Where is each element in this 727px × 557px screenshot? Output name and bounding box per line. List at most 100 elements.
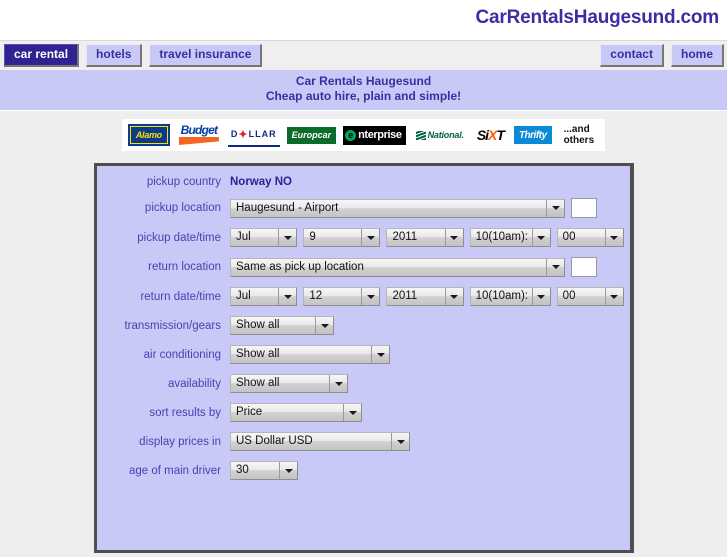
budget-logo-icon: Budget (176, 124, 221, 146)
select-pickup-hour[interactable]: 10(10am): (469, 228, 551, 247)
europcar-logo-icon: Europcar (286, 126, 337, 144)
nav-item-car-rental[interactable]: car rental (4, 44, 80, 67)
and-others-line1: ...and (563, 124, 590, 135)
enterprise-logo-text: nterprise (358, 129, 402, 141)
enterprise-logo-mark: e (345, 129, 357, 141)
thrifty-logo-icon: Thrifty (513, 126, 552, 144)
chevron-down-icon[interactable] (531, 229, 550, 246)
nav-item-hotels[interactable]: hotels (86, 44, 143, 67)
row-pickup-datetime: pickup date/time Jul 9 2011 10(10am): 00 (97, 228, 630, 247)
pickup-location-extra-field[interactable] (571, 198, 597, 218)
chevron-down-icon[interactable] (343, 404, 361, 421)
label-pickup-location: pickup location (144, 202, 221, 214)
chevron-down-icon[interactable] (361, 229, 380, 246)
chevron-down-icon[interactable] (531, 288, 550, 305)
select-currency[interactable]: US Dollar USD (230, 432, 410, 451)
sixt-logo-right: T (496, 127, 505, 143)
nav-item-home[interactable]: home (670, 44, 724, 67)
national-logo-lines (415, 130, 426, 140)
chevron-down-icon[interactable] (444, 229, 463, 246)
row-return-location: return location Same as pick up location (97, 257, 630, 277)
select-return-hour[interactable]: 10(10am): (469, 287, 551, 306)
select-pickup-day[interactable]: 9 (303, 228, 381, 247)
chevron-down-icon[interactable] (278, 288, 297, 305)
chevron-down-icon[interactable] (546, 258, 564, 276)
tagline-band: Car Rentals Haugesund Cheap auto hire, p… (0, 70, 727, 111)
and-others-label: ...and others (558, 123, 600, 147)
chevron-down-icon[interactable] (315, 317, 333, 334)
chevron-down-icon[interactable] (391, 433, 409, 450)
car-rental-search-form: pickup country Norway NO pickup location… (94, 163, 634, 553)
select-transmission[interactable]: Show all (230, 316, 334, 335)
budget-logo-bar (178, 137, 219, 145)
select-return-location[interactable]: Same as pick up location (230, 257, 565, 277)
row-transmission: transmission/gears Show all (97, 316, 630, 335)
tagline-heading: Car Rentals Haugesund (295, 74, 432, 88)
chevron-down-icon[interactable] (604, 288, 623, 305)
select-pickup-location[interactable]: Haugesund - Airport (230, 198, 565, 218)
dollar-logo-text-right: LLAR (248, 129, 277, 139)
select-driver-age[interactable]: 30 (230, 461, 298, 480)
select-pickup-month[interactable]: Jul (230, 228, 298, 247)
partner-logo-strip-wrap: Alamo Budget D ✦ LLAR Europcar e nterprise … (0, 111, 727, 157)
label-currency: display prices in (139, 435, 221, 448)
select-return-minute[interactable]: 00 (556, 287, 624, 306)
row-sort-results: sort results by Price (97, 403, 630, 422)
sixt-logo-left: Si (476, 127, 489, 143)
nav-item-contact[interactable]: contact (600, 44, 664, 67)
chevron-down-icon[interactable] (371, 346, 389, 363)
nav-left-group: car rental hotels travel insurance (4, 44, 263, 67)
label-pickup-country: pickup country (146, 176, 221, 188)
label-pickup-datetime: pickup date/time (137, 231, 221, 244)
chevron-down-icon[interactable] (604, 229, 623, 246)
select-availability[interactable]: Show all (230, 374, 348, 393)
sixt-logo-x: X (488, 127, 497, 143)
alamo-logo-icon: Alamo (127, 124, 170, 146)
chevron-down-icon[interactable] (278, 229, 297, 246)
sixt-logo-icon: Si X T (473, 124, 507, 146)
label-availability: availability (167, 377, 221, 390)
nav-item-travel-insurance[interactable]: travel insurance (149, 44, 263, 67)
masthead: CarRentalsHaugesund.com (0, 0, 727, 40)
budget-logo-text: Budget (180, 124, 218, 137)
chevron-down-icon[interactable] (546, 199, 564, 217)
select-return-month[interactable]: Jul (230, 287, 298, 306)
national-logo-icon: National. (412, 124, 467, 146)
and-others-line2: others (563, 135, 595, 146)
label-transmission: transmission/gears (124, 319, 221, 332)
select-pickup-year[interactable]: 2011 (386, 228, 464, 247)
label-air-conditioning: air conditioning (143, 348, 221, 361)
national-logo-text: National. (427, 130, 464, 140)
label-sort-results: sort results by (149, 406, 221, 419)
select-pickup-minute[interactable]: 00 (556, 228, 624, 247)
label-driver-age: age of main driver (128, 464, 221, 477)
label-return-datetime: return date/time (140, 290, 221, 303)
row-availability: availability Show all (97, 374, 630, 393)
row-pickup-location: pickup location Haugesund - Airport (97, 198, 630, 218)
navigation-bar: car rental hotels travel insurance conta… (0, 40, 727, 70)
row-currency: display prices in US Dollar USD (97, 432, 630, 451)
label-return-location: return location (148, 261, 221, 273)
row-pickup-country: pickup country Norway NO (97, 176, 630, 188)
select-sort-results[interactable]: Price (230, 403, 362, 422)
site-title: CarRentalsHaugesund.com (475, 7, 719, 28)
dollar-logo-icon: D ✦ LLAR (227, 123, 280, 147)
row-driver-age: age of main driver 30 (97, 461, 630, 480)
enterprise-logo-icon: e nterprise (343, 125, 406, 145)
dollar-logo-text-left: D (230, 129, 239, 139)
select-return-day[interactable]: 12 (303, 287, 381, 306)
chevron-down-icon[interactable] (444, 288, 463, 305)
select-return-year[interactable]: 2011 (386, 287, 464, 306)
chevron-down-icon[interactable] (329, 375, 347, 392)
chevron-down-icon[interactable] (361, 288, 380, 305)
dollar-logo-bolt: ✦ (238, 128, 249, 141)
nav-right-group: contact home (600, 44, 724, 67)
main-content: pickup country Norway NO pickup location… (0, 157, 727, 557)
partner-logo-strip: Alamo Budget D ✦ LLAR Europcar e nterprise … (121, 119, 606, 151)
value-pickup-country: Norway NO (230, 176, 292, 188)
chevron-down-icon[interactable] (279, 462, 297, 479)
row-air-conditioning: air conditioning Show all (97, 345, 630, 364)
return-location-extra-field[interactable] (571, 257, 597, 277)
select-air-conditioning[interactable]: Show all (230, 345, 390, 364)
tagline-subheading: Cheap auto hire, plain and simple! (265, 89, 462, 103)
